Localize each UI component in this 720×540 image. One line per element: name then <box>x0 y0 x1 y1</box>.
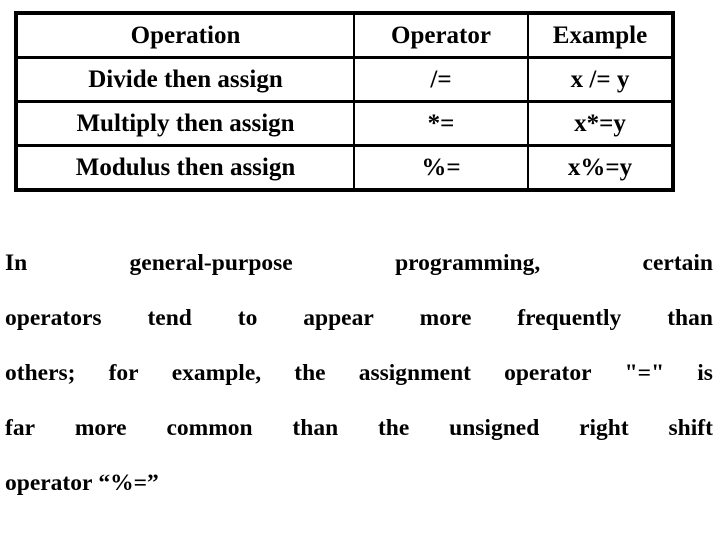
compound-assignment-operators-table: Operation Operator Example Divide then a… <box>14 11 675 192</box>
cell-operator: /= <box>353 56 529 103</box>
cell-operation: Divide then assign <box>14 56 355 103</box>
paragraph-word: right <box>579 415 629 441</box>
paragraph-word: tend <box>147 305 192 331</box>
cell-operation: Modulus then assign <box>14 144 355 192</box>
paragraph-line: operators tend to appear more frequently than <box>5 291 713 346</box>
cell-example: x%=y <box>527 144 675 192</box>
table-row: Modulus then assign %= x%=y <box>14 144 675 192</box>
cell-operator: *= <box>353 100 529 147</box>
paragraph-word: operators <box>5 305 102 331</box>
cell-operator: %= <box>353 144 529 192</box>
paragraph-line: operator “%=” <box>5 456 713 511</box>
table-header-row: Operation Operator Example <box>14 11 675 59</box>
column-header-operation: Operation <box>14 11 355 59</box>
paragraph-word: to <box>237 305 258 331</box>
paragraph-word: others; <box>5 360 76 386</box>
table-row: Multiply then assign *= x*=y <box>14 100 675 147</box>
paragraph-word: shift <box>668 415 713 441</box>
paragraph-word: operator <box>504 360 592 386</box>
paragraph-word: common <box>166 415 253 441</box>
paragraph-word: operator <box>5 470 93 496</box>
paragraph-line: In general-purpose programming, certain <box>5 236 713 291</box>
cell-example: x*=y <box>527 100 675 147</box>
paragraph-word: programming, <box>395 250 541 276</box>
paragraph-word: than <box>292 415 339 441</box>
paragraph-word: In <box>5 250 28 276</box>
paragraph-line: others; for example, the assignment operator "… <box>5 346 713 401</box>
paragraph-word: for <box>108 360 139 386</box>
paragraph-word: “%=” <box>92 470 159 496</box>
table-row: Divide then assign /= x /= y <box>14 56 675 103</box>
paragraph-word: is <box>697 360 713 386</box>
paragraph-word: certain <box>642 250 713 276</box>
column-header-operator: Operator <box>353 11 529 59</box>
operator-table-container: Operation Operator Example Divide then a… <box>14 11 675 192</box>
paragraph-word: frequently <box>517 305 622 331</box>
paragraph-word: appear <box>303 305 374 331</box>
paragraph-word: the <box>377 415 410 441</box>
paragraph-word: far <box>5 415 36 441</box>
paragraph-word: more <box>74 415 127 441</box>
paragraph-word: assignment <box>358 360 471 386</box>
slide-canvas: Operation Operator Example Divide then a… <box>0 0 720 540</box>
paragraph-word: unsigned <box>449 415 540 441</box>
paragraph-word: example, <box>171 360 262 386</box>
body-paragraph: In general-purpose programming, certain ope… <box>5 236 713 511</box>
paragraph-word: general-purpose <box>129 250 293 276</box>
cell-operation: Multiply then assign <box>14 100 355 147</box>
paragraph-line: far more common than the unsigned right shift <box>5 401 713 456</box>
paragraph-word: "=" <box>624 360 665 386</box>
paragraph-word: more <box>419 305 472 331</box>
paragraph-word: than <box>667 305 713 331</box>
table-body: Operation Operator Example Divide then a… <box>14 11 675 192</box>
paragraph-word: the <box>294 360 326 386</box>
column-header-example: Example <box>527 11 675 59</box>
cell-example: x /= y <box>527 56 675 103</box>
